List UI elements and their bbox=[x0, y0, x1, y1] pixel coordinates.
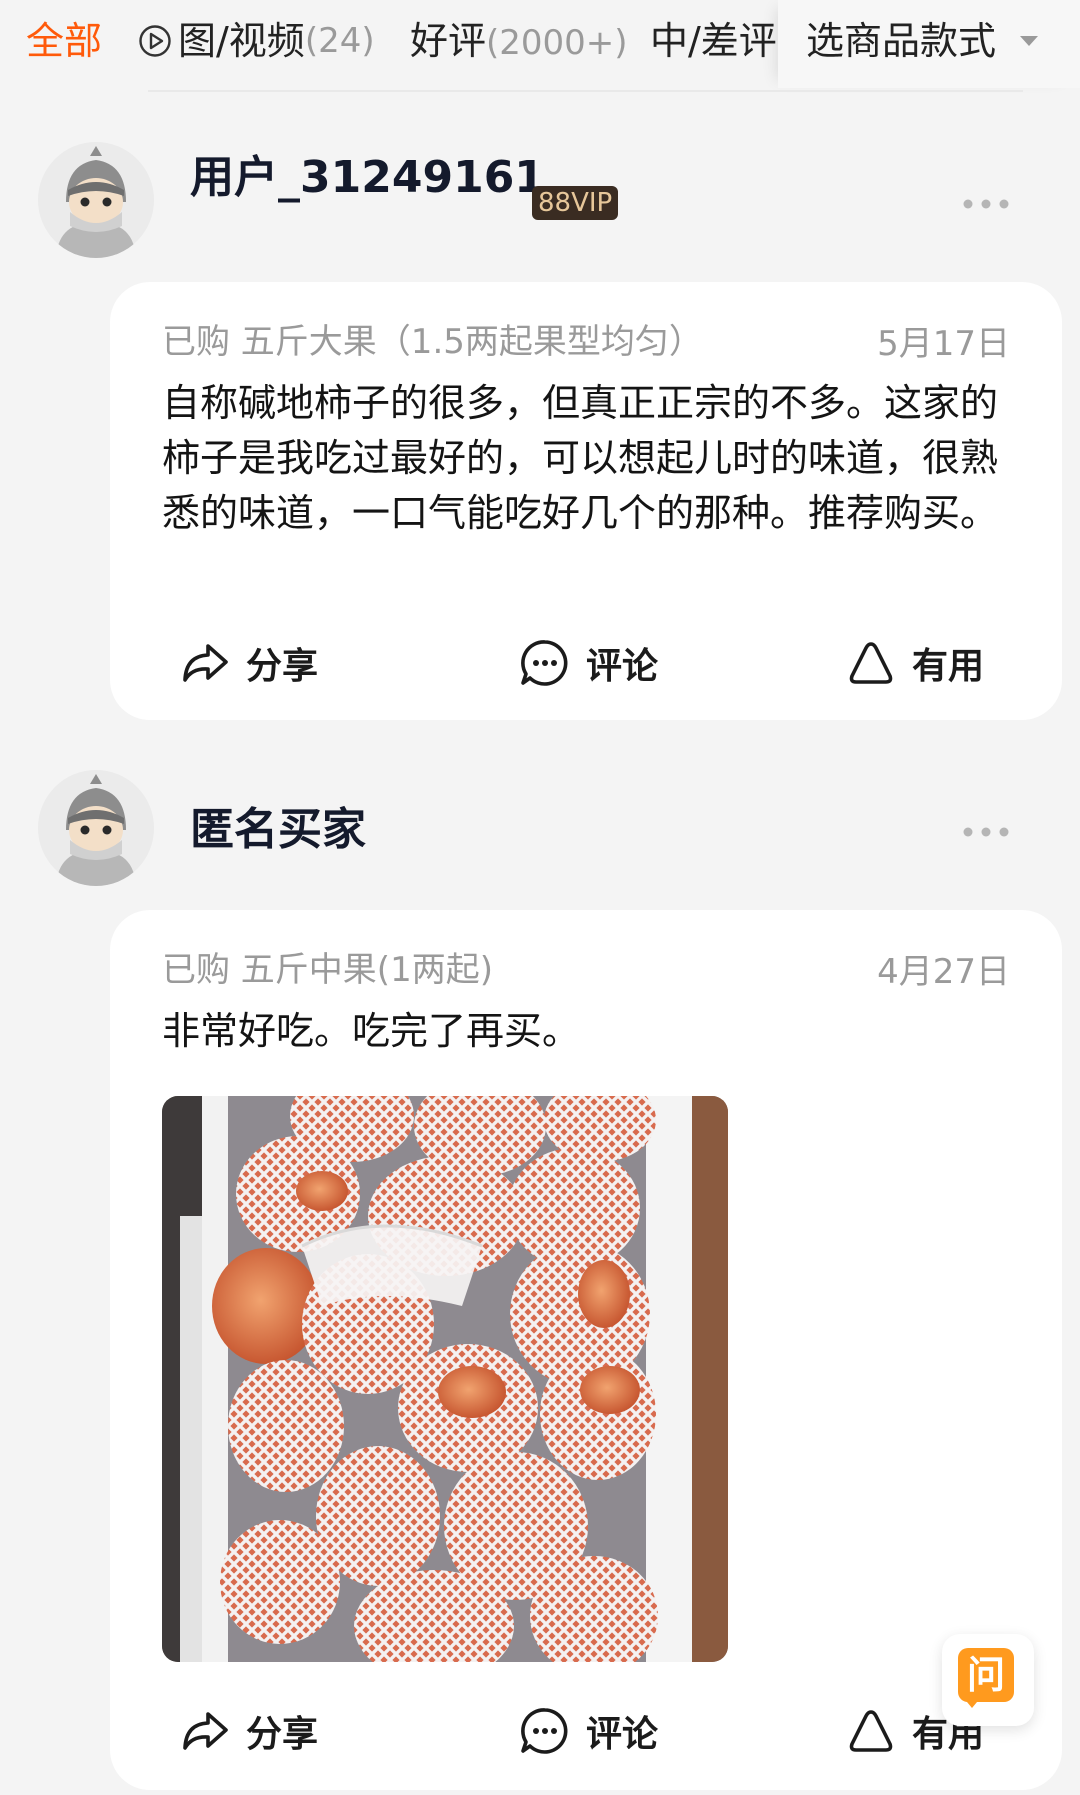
sku-select-dropdown[interactable]: 选商品款式 bbox=[778, 0, 1080, 88]
review-actions: 分享 评论 有用 bbox=[110, 1704, 1062, 1764]
username-text: 匿名买家 bbox=[190, 804, 366, 855]
comment-label: 评论 bbox=[586, 1714, 659, 1755]
share-icon bbox=[183, 644, 228, 682]
tab-positive-label: 好评 bbox=[410, 19, 487, 63]
tab-positive-count: (2000+) bbox=[486, 23, 628, 63]
comment-icon bbox=[521, 1708, 568, 1754]
persimmon-box-photo bbox=[162, 1096, 728, 1662]
review-actions: 分享 评论 有用 bbox=[110, 636, 1062, 696]
share-label: 分享 bbox=[246, 1714, 319, 1755]
review-photo[interactable] bbox=[162, 1096, 728, 1662]
review-date: 5月17日 bbox=[877, 324, 1010, 364]
username-text: 用户_31249161 bbox=[190, 152, 545, 203]
tab-neutral-negative-label: 中/差评 bbox=[650, 19, 777, 63]
avatar-icon bbox=[38, 142, 154, 258]
review-text: 自称碱地柿子的很多，但真正正宗的不多。这家的柿子是我吃过最好的，可以想起儿时的味… bbox=[162, 381, 999, 535]
play-circle-icon bbox=[139, 25, 171, 57]
avatar[interactable] bbox=[38, 142, 154, 258]
ask-question-button[interactable]: 问 bbox=[942, 1634, 1034, 1726]
tab-all-label: 全部 bbox=[26, 19, 103, 63]
useful-button[interactable]: 有用 bbox=[844, 636, 984, 690]
comment-label: 评论 bbox=[586, 646, 659, 687]
avatar-icon bbox=[38, 770, 154, 886]
more-icon[interactable] bbox=[962, 826, 1010, 838]
tab-photo-video[interactable]: 图/视频 (24) bbox=[138, 18, 375, 64]
tab-positive[interactable]: 好评(2000+) bbox=[410, 18, 628, 66]
useful-icon bbox=[849, 1710, 893, 1752]
review-date: 4月27日 bbox=[877, 952, 1010, 992]
tab-photo-video-count: (24) bbox=[304, 21, 375, 61]
share-button[interactable]: 分享 bbox=[178, 1704, 318, 1758]
comment-icon bbox=[521, 640, 568, 686]
sku-select-label: 选商品款式 bbox=[806, 19, 997, 63]
purchased-variant: 已购 五斤中果(1两起) bbox=[162, 950, 493, 990]
comment-button[interactable]: 评论 bbox=[518, 636, 658, 690]
review-text: 非常好吃。吃完了再买。 bbox=[162, 1009, 581, 1053]
avatar[interactable] bbox=[38, 770, 154, 886]
review-filter-bar: 全部 图/视频 (24) 好评(2000+) 中/差评 选商品款式 bbox=[0, 0, 1080, 92]
ask-icon: 问 bbox=[958, 1648, 1014, 1702]
share-button[interactable]: 分享 bbox=[178, 636, 318, 690]
purchased-variant: 已购 五斤大果（1.5两起果型均匀） bbox=[162, 322, 703, 362]
more-icon[interactable] bbox=[962, 198, 1010, 210]
caret-down-icon bbox=[1020, 36, 1038, 46]
ask-icon-tail bbox=[962, 1696, 982, 1708]
review-card: 已购 五斤大果（1.5两起果型均匀） 5月17日 自称碱地柿子的很多，但真正正宗… bbox=[110, 282, 1062, 720]
ask-label: 问 bbox=[966, 1653, 1005, 1697]
tab-photo-video-label: 图/视频 bbox=[178, 19, 305, 63]
share-icon bbox=[183, 1712, 228, 1750]
tab-all[interactable]: 全部 bbox=[26, 18, 102, 64]
share-label: 分享 bbox=[246, 646, 319, 687]
vip-badge: 88VIP bbox=[532, 186, 619, 220]
comment-button[interactable]: 评论 bbox=[518, 1704, 658, 1758]
review-card: 已购 五斤中果(1两起) 4月27日 非常好吃。吃完了再买。 分享 评论 有用 bbox=[110, 910, 1062, 1790]
filter-divider bbox=[148, 90, 1023, 92]
username: 匿名买家 bbox=[190, 804, 366, 856]
useful-label: 有用 bbox=[912, 646, 985, 687]
useful-icon bbox=[849, 642, 893, 684]
tab-neutral-negative[interactable]: 中/差评 bbox=[650, 18, 780, 64]
username: 用户_31249161 bbox=[190, 152, 545, 204]
